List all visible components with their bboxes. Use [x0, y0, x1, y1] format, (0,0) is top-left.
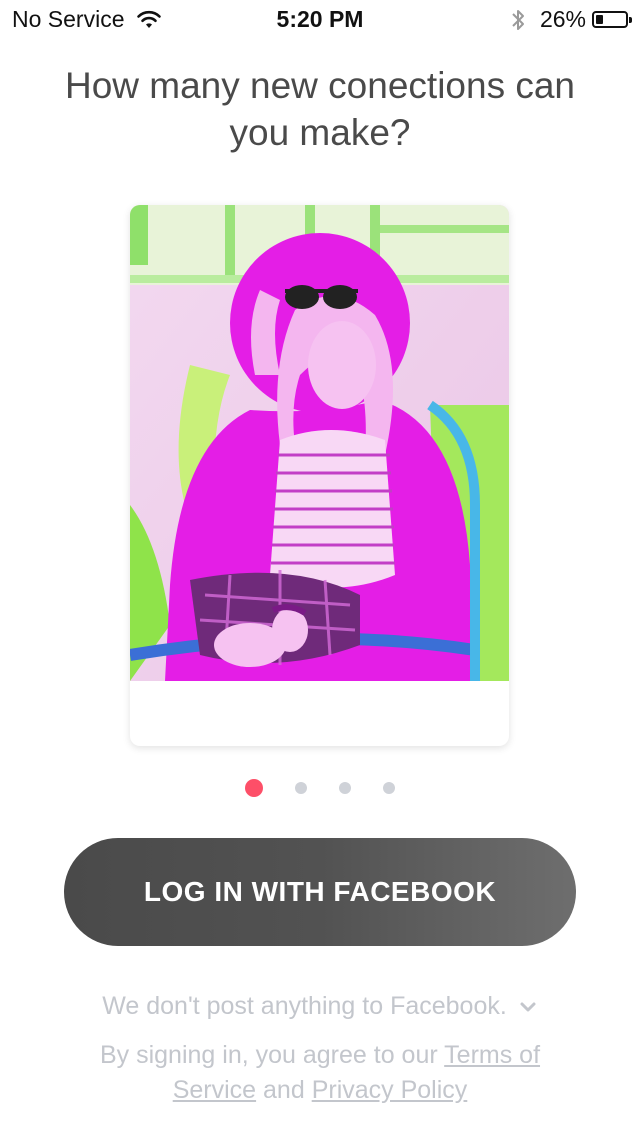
pagination-dot-active[interactable] [245, 779, 263, 797]
battery-percent: 26% [539, 6, 586, 32]
pagination-dots [0, 779, 640, 797]
terms-and: and [256, 1076, 312, 1104]
battery-fill [596, 15, 603, 24]
battery-icon [592, 11, 632, 28]
no-post-disclosure[interactable]: We don't post anything to Facebook. [0, 992, 640, 1021]
pagination-dot[interactable] [339, 782, 351, 794]
onboarding-card[interactable] [130, 205, 509, 746]
chevron-down-icon [520, 1002, 536, 1012]
no-post-text: We don't post anything to Facebook. [102, 992, 507, 1020]
battery-cap [629, 17, 632, 23]
pagination-dot[interactable] [383, 782, 395, 794]
terms-notice: By signing in, you agree to our Terms of… [70, 1038, 570, 1108]
page-title: How many new conections can you make? [64, 65, 576, 153]
card-photo [130, 205, 509, 681]
woman-photo-image [130, 205, 509, 681]
status-right: 26% [510, 6, 632, 33]
status-bar: No Service 5:20 PM 26% [0, 0, 640, 40]
privacy-policy-link[interactable]: Privacy Policy [312, 1076, 468, 1104]
facebook-login-button[interactable]: LOG IN WITH FACEBOOK [64, 838, 576, 946]
pagination-dot[interactable] [295, 782, 307, 794]
terms-prefix: By signing in, you agree to our [99, 1041, 445, 1069]
bluetooth-icon [512, 9, 524, 30]
facebook-login-label: LOG IN WITH FACEBOOK [143, 876, 497, 907]
onboarding-screen: No Service 5:20 PM 26% How many new cone… [0, 0, 640, 1136]
